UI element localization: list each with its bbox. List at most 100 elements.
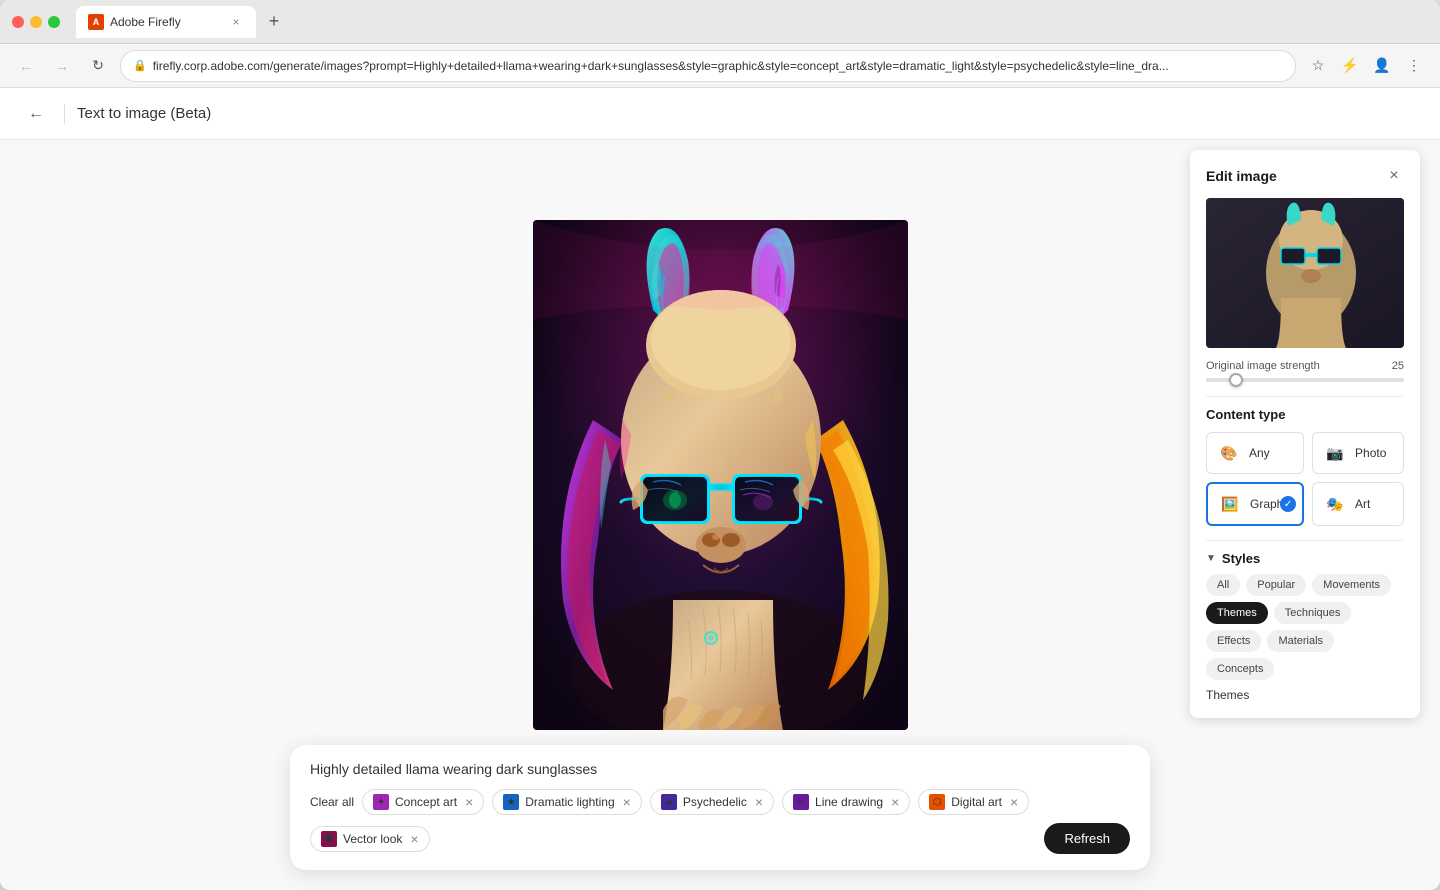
app-back-button[interactable]: ← <box>20 98 52 130</box>
edit-thumbnail <box>1206 198 1404 348</box>
strength-label: Original image strength <box>1206 360 1320 372</box>
divider-1 <box>1206 396 1404 397</box>
menu-icon[interactable]: ⋮ <box>1400 52 1428 80</box>
close-panel-button[interactable]: × <box>1384 166 1404 186</box>
edit-panel: Edit image × <box>1190 150 1420 718</box>
active-tab[interactable]: A Adobe Firefly × <box>76 6 256 38</box>
address-bar-row: ← → ↻ 🔒 firefly.corp.adobe.com/generate/… <box>0 44 1440 88</box>
vector-look-icon: ⬟ <box>321 831 337 847</box>
edit-panel-title: Edit image <box>1206 168 1277 184</box>
style-tab-themes[interactable]: Themes <box>1206 602 1268 624</box>
tag-vector-look[interactable]: ⬟ Vector look × <box>310 826 430 852</box>
prompt-area: Highly detailed llama wearing dark sungl… <box>290 745 1150 870</box>
traffic-lights <box>12 16 60 28</box>
strength-value: 25 <box>1392 360 1404 372</box>
psychedelic-label: Psychedelic <box>683 795 747 809</box>
content-type-photo[interactable]: 📷 Photo <box>1312 432 1404 474</box>
llama-artwork <box>533 220 908 730</box>
app-content: ← Text to image (Beta) <box>0 88 1440 890</box>
dramatic-lighting-icon: ★ <box>503 794 519 810</box>
styles-section-header: ▼ Styles <box>1206 551 1404 566</box>
address-bar[interactable]: 🔒 firefly.corp.adobe.com/generate/images… <box>120 50 1296 82</box>
line-drawing-icon: ✏ <box>793 794 809 810</box>
tabs-area: A Adobe Firefly × + <box>76 6 1428 38</box>
tag-concept-art[interactable]: ✦ Concept art × <box>362 789 484 815</box>
themes-label: Themes <box>1206 688 1404 702</box>
tag-digital-art[interactable]: ⬡ Digital art × <box>918 789 1029 815</box>
graphic-icon: 🖼️ <box>1218 492 1242 516</box>
any-icon: 🎨 <box>1217 441 1241 465</box>
any-label: Any <box>1249 446 1270 460</box>
content-type-section-title: Content type <box>1206 407 1404 422</box>
style-tab-popular[interactable]: Popular <box>1246 574 1306 596</box>
maximize-window-button[interactable] <box>48 16 60 28</box>
tag-dramatic-lighting[interactable]: ★ Dramatic lighting × <box>492 789 642 815</box>
style-tab-techniques[interactable]: Techniques <box>1274 602 1352 624</box>
prompt-text: Highly detailed llama wearing dark sungl… <box>310 761 1130 777</box>
dramatic-lighting-remove[interactable]: × <box>623 794 631 810</box>
lock-icon: 🔒 <box>133 59 147 72</box>
header-separator <box>64 104 65 124</box>
strength-slider[interactable] <box>1206 378 1404 382</box>
profile-icon[interactable]: 👤 <box>1368 52 1396 80</box>
style-tab-movements[interactable]: Movements <box>1312 574 1391 596</box>
minimize-window-button[interactable] <box>30 16 42 28</box>
tag-line-drawing[interactable]: ✏ Line drawing × <box>782 789 910 815</box>
new-tab-button[interactable]: + <box>260 8 288 36</box>
concept-art-label: Concept art <box>395 795 457 809</box>
vector-look-remove[interactable]: × <box>410 831 418 847</box>
close-window-button[interactable] <box>12 16 24 28</box>
style-tab-effects[interactable]: Effects <box>1206 630 1261 652</box>
art-label: Art <box>1355 497 1370 511</box>
extension-icon[interactable]: ⚡ <box>1336 52 1364 80</box>
line-drawing-label: Line drawing <box>815 795 883 809</box>
psychedelic-icon: ◈ <box>661 794 677 810</box>
browser-toolbar: ☆ ⚡ 👤 ⋮ <box>1304 52 1428 80</box>
tags-row: Clear all ✦ Concept art × ★ Dramatic lig… <box>310 789 1130 854</box>
photo-icon: 📷 <box>1323 441 1347 465</box>
digital-art-label: Digital art <box>951 795 1002 809</box>
vector-look-label: Vector look <box>343 832 402 846</box>
tab-close-button[interactable]: × <box>228 14 244 30</box>
content-type-art[interactable]: 🎭 Art <box>1312 482 1404 526</box>
slider-thumb[interactable] <box>1229 373 1243 387</box>
graphic-check-badge: ✓ <box>1280 496 1296 512</box>
forward-nav-button[interactable]: → <box>48 52 76 80</box>
thumbnail-image <box>1206 198 1404 348</box>
reload-button[interactable]: ↻ <box>84 52 112 80</box>
refresh-button[interactable]: Refresh <box>1044 823 1130 854</box>
dramatic-lighting-label: Dramatic lighting <box>525 795 614 809</box>
url-text: firefly.corp.adobe.com/generate/images?p… <box>153 59 1283 73</box>
styles-section-title: Styles <box>1222 551 1260 566</box>
page-title: Text to image (Beta) <box>77 105 211 122</box>
divider-2 <box>1206 540 1404 541</box>
generated-image <box>533 220 908 730</box>
art-icon: 🎭 <box>1323 492 1347 516</box>
concept-art-remove[interactable]: × <box>465 794 473 810</box>
digital-art-icon: ⬡ <box>929 794 945 810</box>
content-type-grid: 🎨 Any 📷 Photo 🖼️ Graphic ✓ 🎭 Art <box>1206 432 1404 526</box>
back-nav-button[interactable]: ← <box>12 52 40 80</box>
photo-label: Photo <box>1355 446 1386 460</box>
styles-tabs: All Popular Movements Themes Techniques … <box>1206 574 1404 680</box>
concept-art-icon: ✦ <box>373 794 389 810</box>
tag-psychedelic[interactable]: ◈ Psychedelic × <box>650 789 774 815</box>
style-tab-concepts[interactable]: Concepts <box>1206 658 1274 680</box>
content-type-any[interactable]: 🎨 Any <box>1206 432 1304 474</box>
tab-favicon: A <box>88 14 104 30</box>
style-tab-materials[interactable]: Materials <box>1267 630 1334 652</box>
styles-chevron-icon: ▼ <box>1206 553 1216 564</box>
digital-art-remove[interactable]: × <box>1010 794 1018 810</box>
tab-title: Adobe Firefly <box>110 15 181 29</box>
clear-all-button[interactable]: Clear all <box>310 795 354 809</box>
app-header: ← Text to image (Beta) <box>0 88 1440 140</box>
content-type-graphic[interactable]: 🖼️ Graphic ✓ <box>1206 482 1304 526</box>
bookmark-icon[interactable]: ☆ <box>1304 52 1332 80</box>
psychedelic-remove[interactable]: × <box>755 794 763 810</box>
strength-row: Original image strength 25 <box>1206 360 1404 372</box>
title-bar: A Adobe Firefly × + <box>0 0 1440 44</box>
style-tab-all[interactable]: All <box>1206 574 1240 596</box>
edit-panel-header: Edit image × <box>1206 166 1404 186</box>
line-drawing-remove[interactable]: × <box>891 794 899 810</box>
browser-window: A Adobe Firefly × + ← → ↻ 🔒 firefly.corp… <box>0 0 1440 890</box>
